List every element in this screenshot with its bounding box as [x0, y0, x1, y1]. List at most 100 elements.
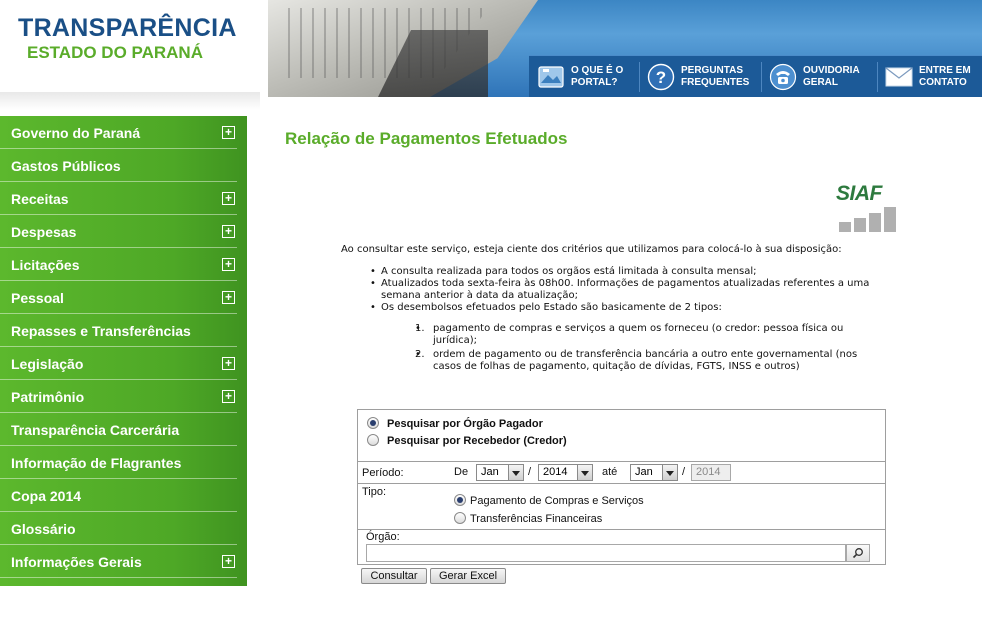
sidebar-item-label: Receitas [11, 190, 69, 207]
siaf-logo: SIAF [836, 182, 900, 234]
criteria-list: A consulta realizada para todos os orgão… [370, 266, 900, 375]
sidebar-item-despesas[interactable]: Despesas + [0, 215, 247, 248]
consultar-button[interactable]: Consultar [361, 568, 427, 584]
orgao-input[interactable] [366, 544, 846, 562]
sidebar-item-label: Despesas [11, 223, 77, 240]
sidebar-item-label: Pessoal [11, 289, 64, 306]
page-title: Relação de Pagamentos Efetuados [285, 129, 568, 148]
list-item-text: pagamento de compras e serviços a quem o… [433, 323, 844, 346]
nav-label: O QUE É O PORTAL? [571, 64, 624, 88]
radio-recebedor-label: Pesquisar por Recebedor (Credor) [387, 435, 567, 447]
tipo-row: Tipo: Pagamento de Compras e Serviços Tr… [358, 484, 885, 530]
periodo-row: Período: De Jan / 2014 até Jan / 2014 [358, 462, 885, 484]
date-separator: / [528, 466, 532, 478]
orgao-search-button[interactable] [846, 544, 870, 562]
list-item: A consulta realizada para todos os orgão… [370, 266, 900, 278]
siaf-logo-bars [839, 206, 897, 232]
list-item: Os desembolsos efetuados pelo Estado são… [370, 302, 900, 373]
envelope-icon [885, 63, 913, 91]
sidebar-item-label: Repasses e Transferências [11, 322, 191, 339]
sidebar-item-label: Glossário [11, 520, 76, 537]
sidebar-item-copa-2014[interactable]: Copa 2014 [0, 479, 247, 512]
sidebar-item-patrimonio[interactable]: Patrimônio + [0, 380, 247, 413]
phone-icon [769, 63, 797, 91]
year-from-value: 2014 [543, 466, 568, 478]
sidebar-item-flagrantes[interactable]: Informação de Flagrantes [0, 446, 247, 479]
orgao-row: Órgão: [358, 530, 885, 565]
help-icon: ? [647, 63, 675, 91]
logo-title: TRANSPARÊNCIA [18, 14, 237, 42]
search-icon [852, 548, 863, 559]
nav-perguntas-frequentes[interactable]: ? PERGUNTAS FREQUENTES [647, 56, 753, 97]
gerar-excel-button[interactable]: Gerar Excel [430, 568, 506, 584]
sidebar-item-gastos-publicos[interactable]: Gastos Públicos [0, 149, 247, 182]
expand-icon[interactable]: + [222, 225, 235, 238]
expand-icon[interactable]: + [222, 555, 235, 568]
page: TRANSPARÊNCIA ESTADO DO PARANÁ O QUE É O… [0, 0, 982, 626]
expand-icon[interactable]: + [222, 291, 235, 304]
sidebar-item-label: Governo do Paraná [11, 124, 141, 141]
chevron-down-icon [577, 465, 592, 480]
sidebar-item-glossario[interactable]: Glossário [0, 512, 247, 545]
radio-recebedor[interactable] [367, 434, 379, 446]
radio-tipo-compras-label: Pagamento de Compras e Serviços [470, 495, 644, 507]
sidebar-item-legislacao[interactable]: Legislação + [0, 347, 247, 380]
nav-divider [877, 62, 878, 92]
list-item: Atualizados toda sexta-feira às 08h00. I… [370, 278, 900, 302]
nav-divider [639, 62, 640, 92]
sidebar-item-repasses[interactable]: Repasses e Transferências [0, 314, 247, 347]
expand-icon[interactable]: + [222, 390, 235, 403]
header-banner: O QUE É O PORTAL? ? PERGUNTAS FREQUENTES [268, 0, 982, 97]
sidebar-item-label: Gastos Públicos [11, 157, 121, 174]
sidebar-item-governo-do-parana[interactable]: Governo do Paraná + [0, 116, 247, 149]
sidebar-item-informacoes-gerais[interactable]: Informações Gerais + [0, 545, 247, 578]
date-separator: / [682, 466, 686, 478]
search-form: Pesquisar por Órgão Pagador Pesquisar po… [357, 409, 886, 565]
sidebar: Governo do Paraná + Gastos Públicos Rece… [0, 116, 247, 586]
expand-icon[interactable]: + [222, 357, 235, 370]
radio-tipo-compras[interactable] [454, 494, 466, 506]
top-nav: O QUE É O PORTAL? ? PERGUNTAS FREQUENTES [529, 55, 982, 97]
expand-icon[interactable]: + [222, 126, 235, 139]
chevron-down-icon [662, 465, 677, 480]
ate-label: até [602, 466, 618, 478]
list-item: 2. ordem de pagamento ou de transferência… [415, 349, 875, 373]
info-text: Ao consultar este serviço, esteja ciente… [341, 244, 901, 372]
sidebar-item-label: Informações Gerais [11, 553, 142, 570]
search-mode-row: Pesquisar por Órgão Pagador Pesquisar po… [358, 410, 885, 462]
sidebar-item-transparencia-carceraria[interactable]: Transparência Carcerária [0, 413, 247, 446]
header: TRANSPARÊNCIA ESTADO DO PARANÁ O QUE É O… [0, 0, 982, 110]
intro-text: Ao consultar este serviço, esteja ciente… [341, 244, 842, 255]
nav-divider [761, 62, 762, 92]
de-label: De [454, 466, 469, 478]
sidebar-item-receitas[interactable]: Receitas + [0, 182, 247, 215]
list-number: 1. [415, 323, 425, 334]
sidebar-item-label: Legislação [11, 355, 84, 372]
sidebar-item-licitacoes[interactable]: Licitações + [0, 248, 247, 281]
siaf-logo-text: SIAF [836, 182, 882, 205]
logo[interactable]: TRANSPARÊNCIA ESTADO DO PARANÁ [0, 0, 268, 97]
payment-types-list: 1. pagamento de compras e serviços a quem… [415, 323, 875, 373]
expand-icon[interactable]: + [222, 192, 235, 205]
nav-entre-em-contato[interactable]: ENTRE EM CONTATO [885, 56, 979, 97]
logo-subtitle: ESTADO DO PARANÁ [27, 43, 203, 62]
sidebar-item-label: Licitações [11, 256, 80, 273]
nav-ouvidoria-geral[interactable]: OUVIDORIA GERAL [769, 56, 869, 97]
year-to-field: 2014 [691, 464, 731, 481]
portal-icon [537, 63, 565, 91]
nav-o-que-e-o-portal[interactable]: O QUE É O PORTAL? [537, 56, 633, 97]
month-from-select[interactable]: Jan [476, 464, 524, 481]
year-from-select[interactable]: 2014 [538, 464, 593, 481]
nav-label: PERGUNTAS FREQUENTES [681, 64, 750, 88]
nav-label: OUVIDORIA GERAL [803, 64, 860, 88]
expand-icon[interactable]: + [222, 258, 235, 271]
sidebar-item-pessoal[interactable]: Pessoal + [0, 281, 247, 314]
logo-shadow [0, 92, 260, 110]
month-to-value: Jan [635, 466, 653, 478]
month-to-select[interactable]: Jan [630, 464, 678, 481]
radio-orgao-pagador[interactable] [367, 417, 379, 429]
month-from-value: Jan [481, 466, 499, 478]
sidebar-item-label: Transparência Carcerária [11, 421, 180, 438]
tipo-label: Tipo: [362, 486, 387, 498]
radio-tipo-transferencias[interactable] [454, 512, 466, 524]
